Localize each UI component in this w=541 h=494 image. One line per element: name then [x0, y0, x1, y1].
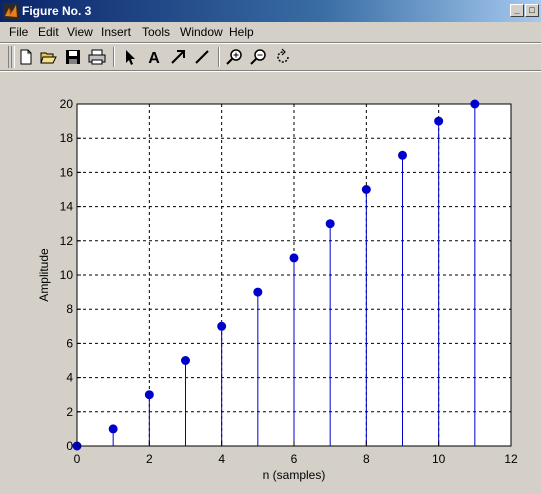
- svg-text:A: A: [148, 50, 160, 66]
- y-tick-label: 20: [60, 97, 74, 111]
- menu-bar: File Edit View Insert Tools Window Help: [0, 22, 541, 42]
- insert-text-icon[interactable]: A: [145, 48, 163, 66]
- stem-marker: [361, 185, 371, 194]
- x-tick-label: 2: [146, 452, 153, 466]
- insert-line-icon[interactable]: [193, 48, 211, 66]
- minimize-button[interactable]: _: [510, 4, 524, 17]
- insert-arrow-icon[interactable]: [169, 48, 187, 66]
- stem-marker: [253, 287, 263, 297]
- stem-marker: [181, 356, 190, 365]
- maximize-button[interactable]: □: [525, 4, 539, 17]
- stem-marker: [325, 219, 335, 229]
- y-tick-label: 14: [60, 200, 74, 214]
- menu-insert[interactable]: Insert: [101, 25, 131, 39]
- menu-help[interactable]: Help: [229, 25, 254, 39]
- print-icon[interactable]: [88, 48, 106, 66]
- matlab-logo-icon: [3, 3, 19, 19]
- stem-marker: [470, 99, 480, 109]
- y-tick-label: 2: [66, 405, 73, 419]
- menu-edit[interactable]: Edit: [38, 25, 59, 39]
- y-tick-label: 16: [60, 165, 74, 179]
- x-tick-label: 6: [291, 452, 298, 466]
- x-tick-label: 4: [218, 452, 225, 466]
- x-tick-label: 10: [432, 452, 446, 466]
- x-axis-label: n (samples): [263, 468, 326, 482]
- select-arrow-icon[interactable]: [121, 48, 139, 66]
- toolbar: A: [0, 43, 541, 71]
- stem-marker: [434, 116, 444, 126]
- menu-view[interactable]: View: [67, 25, 93, 39]
- new-file-icon[interactable]: [17, 48, 35, 66]
- x-tick-label: 12: [504, 452, 518, 466]
- stem-marker: [217, 321, 227, 331]
- stem-marker: [398, 150, 407, 160]
- window-title: Figure No. 3: [22, 4, 92, 18]
- menu-window[interactable]: Window: [180, 25, 223, 39]
- y-tick-label: 6: [66, 336, 73, 350]
- y-tick-label: 0: [66, 439, 73, 453]
- figure-area: 0 2 4 6 8 10 12 0 2 4 6 8 10 12 14 16 18 20 n (samples) A…: [0, 72, 541, 494]
- zoom-out-icon[interactable]: [250, 48, 268, 66]
- y-tick-label: 12: [60, 234, 74, 248]
- stem-plot[interactable]: 0 2 4 6 8 10 12 0 2 4 6 8 10 12 14 16 18 20 n (samples) A…: [0, 72, 541, 494]
- rotate-icon[interactable]: [274, 48, 292, 66]
- y-axis-label: Amplitude: [37, 248, 51, 302]
- y-tick-label: 18: [60, 131, 74, 145]
- zoom-in-icon[interactable]: [226, 48, 244, 66]
- y-tick-label: 8: [66, 302, 73, 316]
- title-bar[interactable]: Figure No. 3 _ □: [0, 0, 541, 22]
- stem-marker: [108, 424, 118, 434]
- menu-file[interactable]: File: [9, 25, 28, 39]
- open-file-icon[interactable]: [40, 48, 58, 66]
- stem-marker: [144, 390, 154, 400]
- y-tick-label: 10: [60, 268, 74, 282]
- toolbar-grip-2: [11, 46, 15, 68]
- save-icon[interactable]: [64, 48, 82, 66]
- x-tick-label: 8: [363, 452, 370, 466]
- menu-tools[interactable]: Tools: [142, 25, 170, 39]
- toolbar-separator-2: [218, 47, 220, 67]
- stem-marker: [289, 253, 299, 263]
- toolbar-separator: [113, 47, 115, 67]
- x-tick-label: 0: [74, 452, 81, 466]
- y-tick-label: 4: [66, 371, 73, 385]
